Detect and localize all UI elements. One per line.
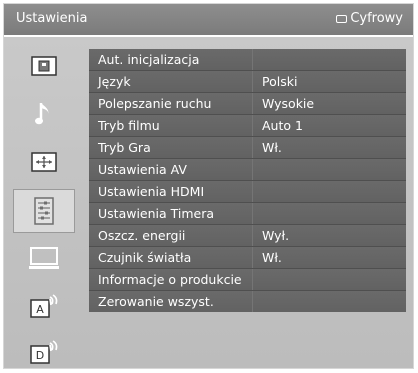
svg-text:D: D (36, 349, 44, 362)
menu-row-label: Zerowanie wszyst. (98, 294, 214, 309)
column-divider (252, 71, 253, 92)
monitor-icon (29, 247, 59, 269)
sidebar-item-analog-channels[interactable]: A (15, 289, 73, 323)
tv-source-icon (336, 14, 348, 23)
menu-row-reset-all[interactable]: Zerowanie wszyst. (89, 291, 406, 312)
menu-row-label: Oszcz. energii (98, 228, 186, 243)
page-title: Ustawienia (16, 11, 88, 26)
menu-row-language[interactable]: Język Polski (89, 71, 406, 93)
menu-row-label: Ustawienia HDMI (98, 184, 205, 199)
menu-row-value: Auto 1 (262, 118, 303, 133)
column-divider (252, 137, 253, 158)
column-divider (252, 269, 253, 290)
settings-list-icon (34, 197, 54, 225)
digital-channel-icon: D (30, 340, 58, 364)
menu-row-auto-setup[interactable]: Aut. inicjalizacja (89, 49, 406, 71)
sidebar-item-picture[interactable] (15, 49, 73, 83)
menu-row-light-sensor[interactable]: Czujnik światła Wł. (89, 247, 406, 269)
menu-row-timer-setup[interactable]: Ustawienia Timera (89, 203, 406, 225)
sidebar-item-settings[interactable] (13, 189, 75, 233)
svg-text:A: A (36, 303, 44, 316)
menu-row-label: Aut. inicjalizacja (98, 52, 200, 67)
menu-row-label: Informacje o produkcie (98, 272, 242, 287)
column-divider (252, 291, 253, 312)
menu-row-value: Wł. (262, 140, 282, 155)
menu-row-label: Ustawienia AV (98, 162, 187, 177)
settings-menu: Aut. inicjalizacja Język Polski Polepsza… (89, 49, 406, 312)
menu-row-power-saving[interactable]: Oszcz. energii Wył. (89, 225, 406, 247)
menu-row-product-info[interactable]: Informacje o produkcie (89, 269, 406, 291)
column-divider (252, 93, 253, 114)
menu-row-game-mode[interactable]: Tryb Gra Wł. (89, 137, 406, 159)
column-divider (252, 115, 253, 136)
column-divider (252, 247, 253, 268)
menu-row-label: Tryb filmu (98, 118, 160, 133)
menu-row-value: Wysokie (262, 96, 315, 111)
column-divider (252, 49, 253, 70)
picture-icon (31, 56, 57, 76)
menu-row-hdmi-setup[interactable]: Ustawienia HDMI (89, 181, 406, 203)
input-source-indicator: Cyfrowy (336, 11, 403, 26)
main-panel: A D Aut. inicjalizacja Język Polski Pole… (4, 37, 413, 368)
sidebar-item-display[interactable] (15, 241, 73, 275)
menu-row-film-mode[interactable]: Tryb filmu Auto 1 (89, 115, 406, 137)
menu-row-value: Polski (262, 74, 298, 89)
column-divider (252, 225, 253, 246)
settings-window: Ustawienia Cyfrowy A D Aut. inicjalizacj… (3, 3, 414, 369)
column-divider (252, 203, 253, 224)
screen-size-icon (31, 152, 57, 172)
sidebar-item-screen[interactable] (15, 145, 73, 179)
menu-row-label: Język (98, 74, 131, 89)
column-divider (252, 181, 253, 202)
input-source-label: Cyfrowy (350, 11, 403, 26)
title-bar: Ustawienia Cyfrowy (4, 4, 413, 35)
menu-row-value: Wł. (262, 250, 282, 265)
menu-row-av-setup[interactable]: Ustawienia AV (89, 159, 406, 181)
music-note-icon (35, 103, 49, 125)
sidebar-item-digital-channels[interactable]: D (15, 335, 73, 368)
analog-channel-icon: A (30, 294, 58, 318)
menu-row-motion-enhancer[interactable]: Polepszanie ruchu Wysokie (89, 93, 406, 115)
sidebar-item-sound[interactable] (15, 97, 73, 131)
category-sidebar: A D (4, 37, 84, 368)
menu-row-label: Tryb Gra (98, 140, 151, 155)
menu-row-value: Wył. (262, 228, 290, 243)
menu-row-label: Polepszanie ruchu (98, 96, 212, 111)
column-divider (252, 159, 253, 180)
menu-row-label: Czujnik światła (98, 250, 192, 265)
menu-row-label: Ustawienia Timera (98, 206, 215, 221)
